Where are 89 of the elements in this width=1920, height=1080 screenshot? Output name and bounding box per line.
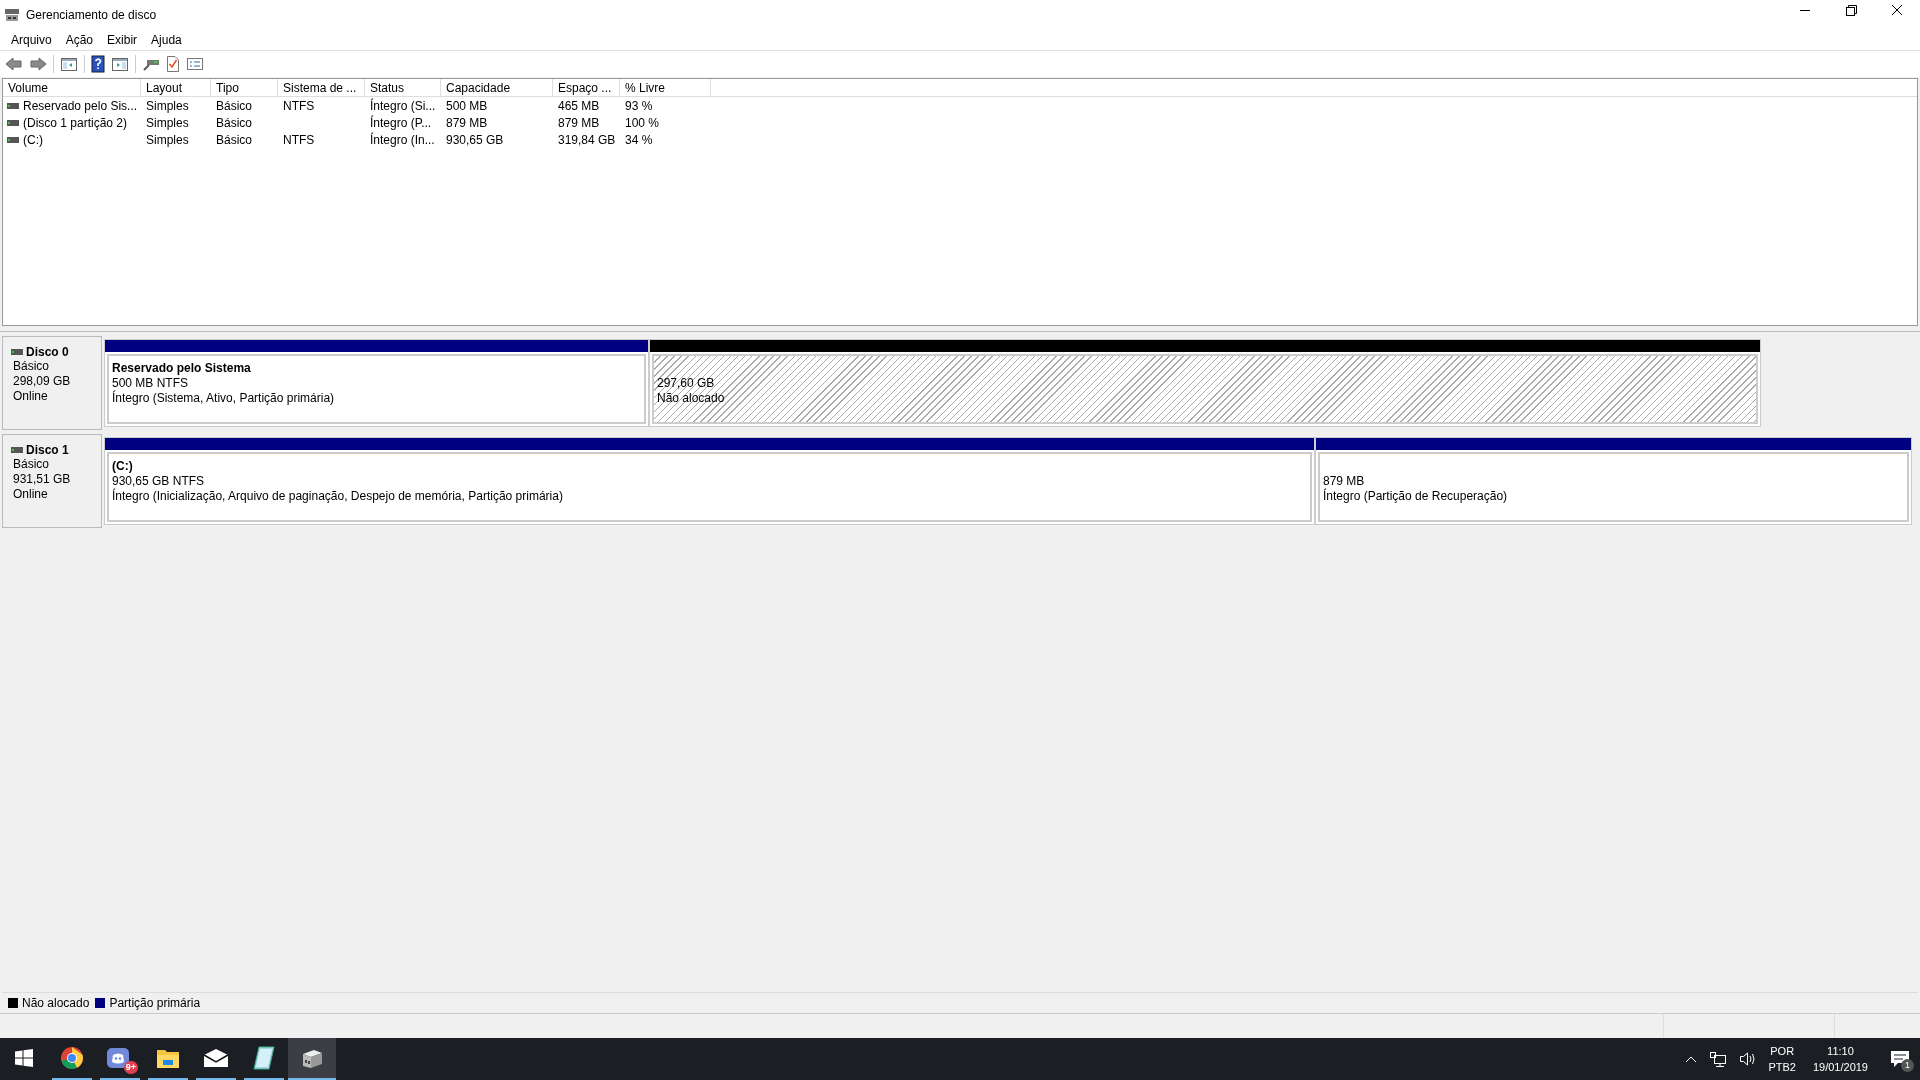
table-cell: 879 MB	[558, 115, 600, 130]
drive-icon	[11, 447, 23, 453]
partition-status: Não alocado	[657, 391, 725, 406]
speaker-icon[interactable]	[1739, 1051, 1758, 1067]
table-cell: 319,84 GB	[558, 132, 616, 147]
column-header[interactable]: % Livre	[620, 79, 711, 96]
partition-status: Íntegro (Sistema, Ativo, Partição primária)	[112, 391, 335, 406]
partition-size: 879 MB	[1323, 474, 1365, 488]
table-cell: Simples	[146, 132, 189, 147]
menu-item[interactable]: Exibir	[100, 31, 145, 49]
partition-block[interactable]: 297,60 GB Não alocado	[649, 339, 1761, 427]
disk-type: Básico	[13, 457, 51, 472]
envelope-icon	[203, 1048, 229, 1068]
table-cell: 93 %	[625, 98, 653, 113]
table-cell: Simples	[146, 115, 189, 130]
menu-item[interactable]: Ajuda	[144, 31, 189, 49]
partition-status: Íntegro (Inicialização, Arquivo de paginação, Despejo de memória, Partição primária)	[112, 489, 563, 504]
table-cell: Íntegro (P...	[370, 115, 432, 130]
table-cell[interactable]: Reservado pelo Sis...	[23, 98, 138, 113]
network-icon[interactable]	[1709, 1051, 1728, 1067]
taskbar-button[interactable]: 9+	[100, 1038, 140, 1080]
table-cell: 930,65 GB	[446, 132, 504, 147]
forward-arrow-icon[interactable]	[29, 56, 47, 72]
legend-label: Não alocado	[22, 996, 90, 1010]
browser-icon	[60, 1046, 84, 1070]
disk-type: Básico	[13, 359, 51, 374]
action-pane-icon[interactable]	[111, 56, 129, 72]
partition-label: (C:)	[112, 459, 134, 474]
partition-status: Íntegro (Partição de Recuperação)	[1323, 489, 1508, 504]
table-cell: Básico	[216, 98, 253, 113]
table-cell[interactable]: (C:)	[23, 132, 43, 147]
action-center-button[interactable]: 1	[1880, 1038, 1920, 1080]
disk-info-panel[interactable]: Disco 0 Básico 298,09 GB Online	[2, 336, 102, 430]
clock[interactable]: 11:10 19/01/2019	[1800, 1043, 1880, 1075]
column-header[interactable]: Sistema de ...	[278, 79, 365, 96]
input-language-button[interactable]: POR PTB2	[1763, 1043, 1801, 1075]
partition-block[interactable]: (C:) 930,65 GB NTFS Íntegro (Inicialização, Arquivo de paginação, Despejo de memória, Partição primária)	[104, 437, 1315, 525]
folder-icon	[156, 1047, 180, 1069]
partition-size: 500 MB NTFS	[112, 376, 189, 390]
table-cell: 34 %	[625, 132, 653, 147]
disk-state: Online	[13, 487, 49, 502]
disk-size: 298,09 GB	[13, 374, 72, 389]
drive-icon	[7, 102, 19, 109]
table-cell: NTFS	[283, 132, 315, 147]
taskbar-button[interactable]	[288, 1038, 336, 1080]
disk-info-panel[interactable]: Disco 1 Básico 931,51 GB Online	[2, 434, 102, 528]
drive-icon	[7, 119, 19, 126]
drive-icon	[11, 349, 23, 355]
properties-list-icon[interactable]	[186, 56, 204, 72]
column-header[interactable]: Tipo	[211, 79, 278, 96]
disk-state: Online	[13, 389, 49, 404]
disk-name: Disco 0	[26, 345, 69, 359]
table-cell: Íntegro (Si...	[370, 98, 436, 113]
partition-size: 297,60 GB	[657, 376, 715, 391]
column-header[interactable]: Volume	[3, 79, 141, 96]
table-cell[interactable]: (Disco 1 partição 2)	[23, 115, 128, 130]
checklist-document-icon[interactable]	[166, 55, 180, 73]
table-cell: NTFS	[283, 98, 315, 113]
window-title: Gerenciamento de disco	[26, 8, 157, 22]
partition-block[interactable]: Reservado pelo Sistema 500 MB NTFS Íntegro (Sistema, Ativo, Partição primária)	[104, 339, 649, 427]
table-cell: 465 MB	[558, 98, 600, 113]
drive-icon	[7, 136, 19, 143]
menu-item[interactable]: Arquivo	[4, 31, 59, 49]
partition-block[interactable]: 879 MB Íntegro (Partição de Recuperação)	[1315, 437, 1912, 525]
console-tree-icon[interactable]	[60, 56, 78, 72]
column-header[interactable]: Espaço ...	[553, 79, 620, 96]
table-cell: Básico	[216, 132, 253, 147]
windows-logo-icon	[15, 1049, 33, 1067]
disk-management-icon	[300, 1047, 324, 1069]
column-header[interactable]: Layout	[141, 79, 211, 96]
table-cell: Íntegro (In...	[370, 132, 435, 147]
menu-item[interactable]: Ação	[58, 31, 101, 49]
column-header[interactable]: Status	[365, 79, 441, 96]
back-arrow-icon[interactable]	[5, 56, 23, 72]
table-cell: Básico	[216, 115, 253, 130]
chevron-up-icon[interactable]	[1685, 1055, 1698, 1063]
disk-management-icon	[4, 8, 20, 22]
table-cell: Simples	[146, 98, 189, 113]
disk-size: 931,51 GB	[13, 472, 72, 487]
disk-name: Disco 1	[26, 443, 69, 457]
notepad-icon	[253, 1046, 275, 1070]
table-cell: 500 MB	[446, 98, 488, 113]
table-cell: 879 MB	[446, 115, 488, 130]
column-header[interactable]: Capacidade	[441, 79, 553, 96]
legend-label: Partição primária	[109, 996, 201, 1010]
table-cell: 100 %	[625, 115, 660, 130]
help-icon[interactable]	[91, 55, 105, 73]
partition-size: 930,65 GB NTFS	[112, 474, 205, 488]
partition-label: Reservado pelo Sistema	[112, 361, 252, 376]
